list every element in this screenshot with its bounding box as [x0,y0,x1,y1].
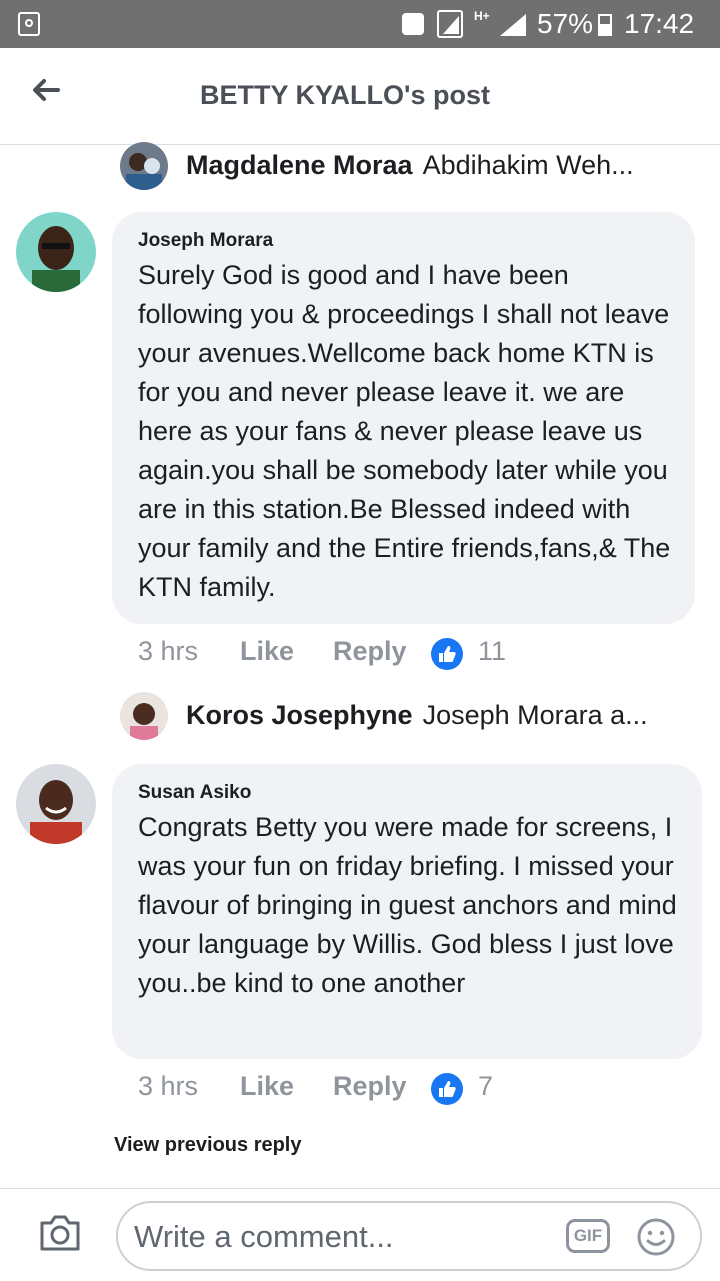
signal-strength-icon [500,14,526,36]
comment-text: Congrats Betty you were made for screens… [138,812,677,998]
reply-preview[interactable]: Koros Josephyne Joseph Morara a... [120,692,700,740]
view-previous-reply-link[interactable]: View previous reply [114,1134,302,1157]
like-icon [431,1073,463,1105]
comment-actions: 3 hrs Like Reply 7 [138,1071,538,1111]
comment-input[interactable] [132,1217,556,1257]
comment-author[interactable]: Joseph Morara [138,230,671,252]
battery-icon [598,14,612,36]
clock: 17:42 [624,8,695,39]
reply-button[interactable]: Reply [333,636,407,667]
like-count: 7 [478,1071,494,1101]
reply-preview[interactable]: Magdalene Moraa Abdihakim Weh... [120,142,700,190]
avatar [120,692,168,740]
status-bar: H+ 57% 17:42 [0,0,720,48]
comment-composer: GIF [0,1188,720,1281]
like-button[interactable]: Like [240,636,294,667]
page-title: BETTY KYALLO's post [200,80,490,110]
back-button[interactable] [28,72,72,112]
network-type: H+ [474,9,490,23]
comment-text: Surely God is good and I have been follo… [138,260,671,602]
battery-percent: 57% [537,8,594,39]
like-icon [431,638,463,670]
notification-icon [18,12,40,36]
emoji-icon [637,1218,675,1256]
comment-bubble: Joseph Morara Surely God is good and I h… [112,212,695,624]
comment-bubble: Susan Asiko Congrats Betty you were made… [112,764,702,1059]
avatar[interactable] [16,764,96,844]
reply-button[interactable]: Reply [333,1071,407,1102]
camera-button[interactable] [38,1213,82,1253]
avatar[interactable] [16,212,96,292]
emoji-button[interactable] [636,1217,676,1257]
comment-time: 3 hrs [138,636,199,666]
reply-snippet: Abdihakim Weh... [422,150,634,180]
comment-actions: 3 hrs Like Reply 11 [138,636,538,676]
like-count: 11 [478,636,507,666]
avatar [120,142,168,190]
signal-icon [437,10,463,38]
comment-field: GIF [116,1201,702,1271]
reply-author: Koros Josephyne [186,700,413,730]
reply-author: Magdalene Moraa [186,150,413,180]
comment-author[interactable]: Susan Asiko [138,782,678,804]
phone-icon [402,13,424,35]
gif-button[interactable]: GIF [566,1219,610,1253]
comment-time: 3 hrs [138,1071,199,1101]
camera-icon [40,1215,80,1251]
app-header: BETTY KYALLO's post [0,48,720,145]
reply-snippet: Joseph Morara a... [422,700,648,730]
back-arrow-icon [33,79,60,101]
like-button[interactable]: Like [240,1071,294,1102]
